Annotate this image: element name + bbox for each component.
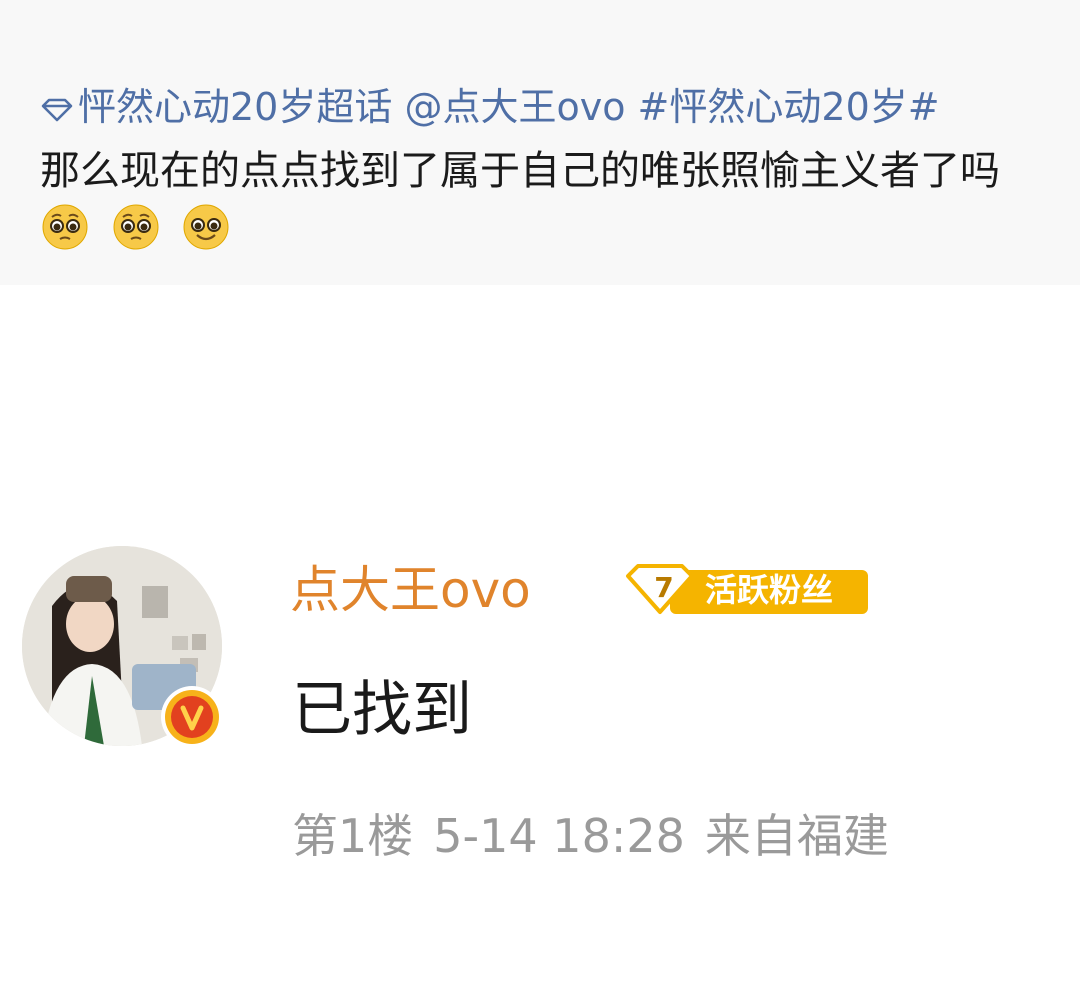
emoji-row (40, 204, 231, 252)
post-tag-line: 怦然心动20岁超话 @点大王ovo #怦然心动20岁# (40, 82, 940, 135)
post-card: 怦然心动20岁超话 @点大王ovo #怦然心动20岁# 那么现在的点点找到了属于… (0, 0, 1080, 285)
post-body: 那么现在的点点找到了属于自己的唯张照愉主义者了吗 (40, 142, 1050, 258)
verified-badge-icon (161, 686, 223, 748)
supertopic-link[interactable]: 怦然心动20岁超话 (78, 85, 392, 129)
floor-number: 第1楼 (292, 809, 414, 863)
comment-datetime: 5-14 18:28 (433, 809, 685, 863)
diamond-icon (40, 85, 74, 135)
hashtag-link[interactable]: #怦然心动20岁# (638, 85, 940, 129)
smiling-tear-face-icon (183, 204, 229, 250)
fan-badge-label: 活跃粉丝 (705, 571, 834, 609)
comment-text: 已找到 (292, 675, 472, 745)
comment-location: 来自福建 (704, 809, 889, 863)
fan-badge-level: 7 (654, 571, 674, 604)
pleading-face-icon (113, 204, 159, 250)
pleading-face-icon (42, 204, 88, 250)
post-text: 那么现在的点点找到了属于自己的唯张照愉主义者了吗 (40, 148, 1000, 194)
username-link[interactable]: 点大王ovo (290, 558, 531, 622)
mention-link[interactable]: @点大王ovo (404, 85, 625, 129)
comment-meta: 第1楼 5-14 18:28 来自福建 (292, 806, 889, 866)
